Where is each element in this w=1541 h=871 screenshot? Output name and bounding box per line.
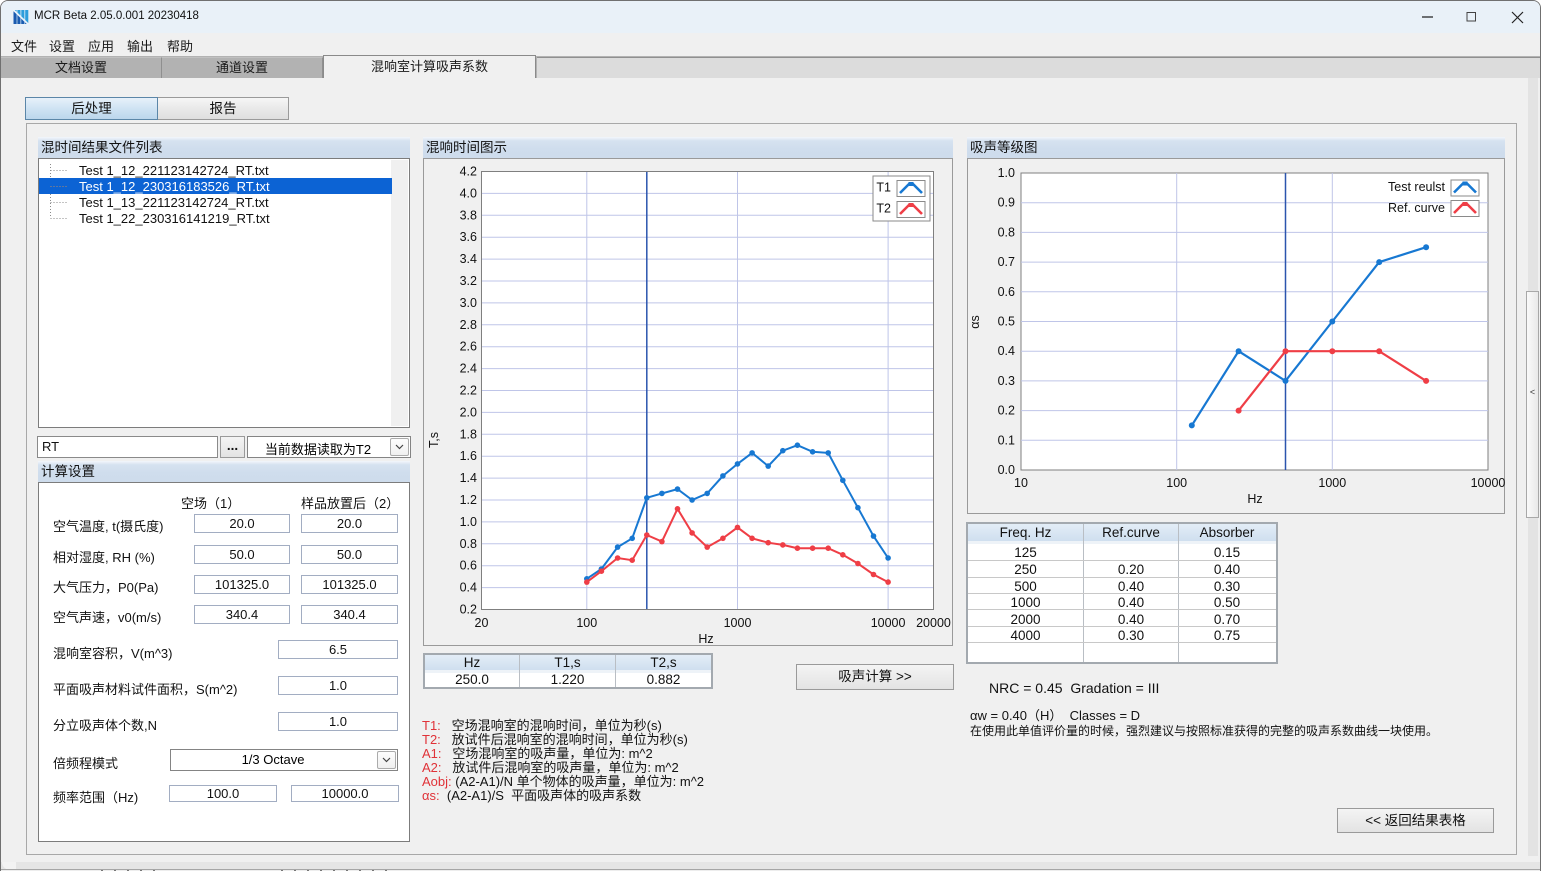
svg-text:1.0: 1.0 [998, 166, 1015, 180]
svg-text:1.0: 1.0 [460, 515, 477, 529]
svg-text:100: 100 [576, 616, 597, 630]
svg-text:0.3: 0.3 [998, 374, 1015, 388]
svg-text:αs: αs [968, 315, 982, 328]
svg-text:4.0: 4.0 [460, 186, 477, 200]
svg-text:10000: 10000 [871, 616, 906, 630]
svg-text:1000: 1000 [724, 616, 752, 630]
svg-text:20: 20 [475, 616, 489, 630]
svg-text:0.9: 0.9 [998, 196, 1015, 210]
svg-text:1.6: 1.6 [460, 449, 477, 463]
svg-text:T1: T1 [876, 181, 891, 195]
svg-text:0.5: 0.5 [998, 315, 1015, 329]
svg-text:1000: 1000 [1318, 476, 1346, 490]
svg-text:0.8: 0.8 [998, 225, 1015, 239]
svg-text:3.8: 3.8 [460, 208, 477, 222]
svg-text:0.2: 0.2 [460, 603, 477, 617]
svg-text:1.2: 1.2 [460, 493, 477, 507]
svg-text:Test reulst: Test reulst [1388, 180, 1445, 194]
svg-text:0.1: 0.1 [998, 433, 1015, 447]
svg-text:3.6: 3.6 [460, 230, 477, 244]
svg-text:Hz: Hz [1247, 492, 1262, 506]
svg-text:2.2: 2.2 [460, 384, 477, 398]
svg-text:1.8: 1.8 [460, 427, 477, 441]
svg-text:Ref. curve: Ref. curve [1388, 201, 1445, 215]
svg-text:0.4: 0.4 [460, 581, 477, 595]
svg-text:2.6: 2.6 [460, 340, 477, 354]
svg-text:2.0: 2.0 [460, 405, 477, 419]
svg-text:20000: 20000 [916, 616, 951, 630]
svg-text:T2: T2 [876, 202, 891, 216]
svg-text:0.6: 0.6 [998, 285, 1015, 299]
svg-text:3.4: 3.4 [460, 252, 477, 266]
svg-text:0.0: 0.0 [998, 463, 1015, 477]
svg-text:T,s: T,s [427, 432, 441, 448]
svg-text:0.2: 0.2 [998, 404, 1015, 418]
svg-text:Hz: Hz [698, 632, 713, 646]
svg-text:3.0: 3.0 [460, 296, 477, 310]
svg-text:0.7: 0.7 [998, 255, 1015, 269]
svg-text:10: 10 [1014, 476, 1028, 490]
svg-text:2.4: 2.4 [460, 362, 477, 376]
svg-text:0.6: 0.6 [460, 559, 477, 573]
svg-text:100: 100 [1166, 476, 1187, 490]
svg-text:1.4: 1.4 [460, 471, 477, 485]
svg-text:3.2: 3.2 [460, 274, 477, 288]
svg-text:10000: 10000 [1471, 476, 1505, 490]
svg-text:0.4: 0.4 [998, 344, 1015, 358]
svg-text:2.8: 2.8 [460, 318, 477, 332]
svg-text:4.2: 4.2 [460, 165, 477, 179]
svg-text:0.8: 0.8 [460, 537, 477, 551]
